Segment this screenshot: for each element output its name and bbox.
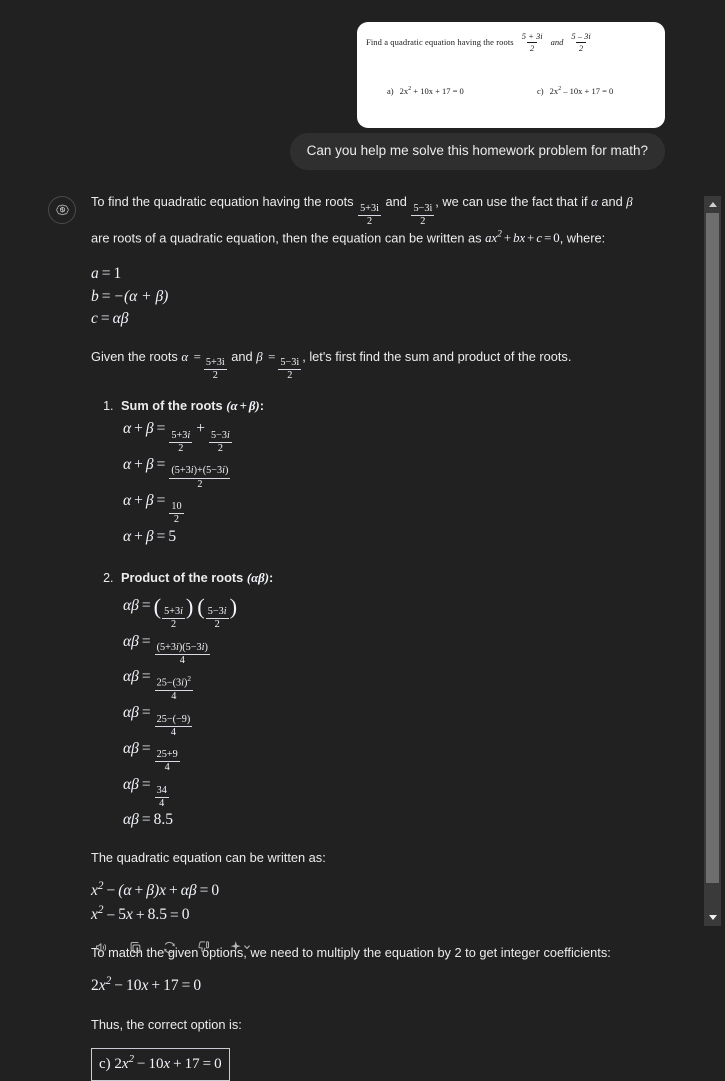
homework-question-line: Find a quadratic equation having the roo… [366,32,657,53]
sum-eq-line-3: α + β = 10 2 [123,491,184,526]
assistant-intro-paragraph: To find the quadratic equation having th… [91,194,633,246]
scroll-track[interactable] [704,213,721,909]
speaker-icon [95,942,106,952]
written-as-equations: x2− (α + β)x + αβ = 0 x2−5x +8.5 = 0 [91,878,636,927]
user-message-bubble[interactable]: Can you help me solve this homework prob… [289,133,665,171]
conclusion-label: Thus, the correct option is: [91,1017,242,1033]
intro-root-1: 5+3i 2 [358,202,381,227]
step-product-title: Product of the roots (αβ): [121,570,274,586]
sum-eq-line-4: α + β = 5 [123,527,177,545]
refresh-icon [163,941,175,953]
given-alpha: α [181,349,189,364]
intro-root-2: 5−3i 2 [411,202,435,227]
written-as-label: The quadratic equation can be written as… [91,849,326,865]
openai-logo-icon [55,204,69,215]
sum-eq-line-1: α + β = 5+3i 2 +5−3i 2 [123,420,232,454]
homework-root-2: 5 – 3i 2 [571,31,591,53]
match-equation: 2x2−10x +17 = 0 [91,973,636,998]
homework-problem-image[interactable]: Find a quadratic equation having the roo… [357,22,665,128]
coefficient-b: b = −(α + β) [91,287,169,305]
written-as-eq-1: x2− (α + β)x + αβ = 0 [91,879,220,899]
copy-button[interactable] [124,936,146,958]
homework-options: a)2x2 + 10x + 17 = 0 b)2x2 – 10x – 15 = … [357,62,665,122]
assistant-avatar [48,196,76,224]
copy-icon [130,941,140,953]
attachment-row: Find a quadratic equation having the roo… [0,22,665,128]
scroll-down-arrow[interactable] [704,909,721,926]
written-as-eq-2: x2−5x +8.5 = 0 [91,904,190,924]
sum-eq-line-2: α + β = (5+3i)+(5−3i) 2 [123,456,231,490]
step-product-title-math: (αβ) [246,571,270,586]
product-eq-line-5: αβ = 25+9 4 [123,739,180,774]
homework-conjunction: and [550,37,564,48]
match-eq: 2x2−10x +17 = 0 [91,974,202,994]
conversation-scrollbar[interactable] [704,196,721,926]
homework-root-1: 5 + 3i 2 [521,31,543,53]
scroll-thumb[interactable] [706,213,719,883]
step-sum-title: Sum of the roots (α+β): [121,397,264,413]
given-root-2: 5−3i 2 [278,357,302,382]
intro-beta: β [626,195,633,209]
homework-option-c: c) 2x2 – 10x + 17 = 0 [537,86,614,96]
thumbs-down-icon [197,940,209,952]
sparkle-icon [230,940,250,951]
given-root-1: 5+3i 2 [203,357,227,382]
given-roots-paragraph: Given the roots α = 5+3i 2 and β = 5−3i 2, l… [91,348,572,382]
coefficient-c: c = αβ [91,310,129,328]
user-message-row: Can you help me solve this homework prob… [0,133,665,171]
scroll-up-arrow[interactable] [704,196,721,213]
product-eq-line-7: αβ = 8.5 [123,811,173,829]
homework-question-lead: Find a quadratic equation having the roo… [366,37,514,48]
answer-equation: c) 2x2−10x +17 = 0 [99,1053,222,1073]
intro-alpha: α [591,195,598,209]
coefficient-definitions: a = 1 b = −(α + β) c = αβ [91,263,636,330]
intro-general-form: ax2 + bx + c = 0 [485,229,560,246]
product-eq-line-4: αβ = 25−(−9) 4 [123,704,193,738]
message-actions-toolbar [90,936,256,958]
product-eq-line-3: αβ = 25−(3i)2 4 [123,668,194,702]
step-product-equations: αβ =(5+3i 2) (5−3i 2) αβ = (5+3i)(5−3i) 4 αβ = 2… [121,591,636,832]
solution-steps: Sum of the roots (α+β): α+β=5+3i2+5−3i2 … [91,396,636,832]
homework-option-a: a) 2x2 + 10x + 17 = 0 [387,86,464,96]
answer-boxed: c) 2x2−10x +17 = 0 [91,1048,230,1081]
coefficient-a: a = 1 [91,265,122,283]
regenerate-button[interactable] [158,936,180,958]
step-sum-of-roots: Sum of the roots (α+β): α+β=5+3i2+5−3i2 … [117,396,636,549]
step-sum-title-math: (α + β) [226,398,260,413]
thumbs-down-button[interactable] [192,936,214,958]
product-eq-line-1: αβ =(5+3i 2) (5−3i 2) [123,594,238,631]
conversation-thread: Find a quadratic equation having the roo… [0,0,725,1081]
product-eq-line-6: αβ = 34 4 [123,775,169,810]
switch-model-button[interactable] [226,936,256,958]
read-aloud-button[interactable] [90,936,112,958]
product-eq-line-2: αβ = (5+3i)(5−3i) 4 [123,632,210,667]
given-beta: β [256,349,263,364]
step-product-of-roots: Product of the roots (αβ): αβ=(5+3i2) (5… [117,568,636,832]
step-sum-equations: α + β = 5+3i 2 +5−3i 2 α + β = (5+3i)+(5−3i) 2 α + β = 1… [121,418,636,548]
